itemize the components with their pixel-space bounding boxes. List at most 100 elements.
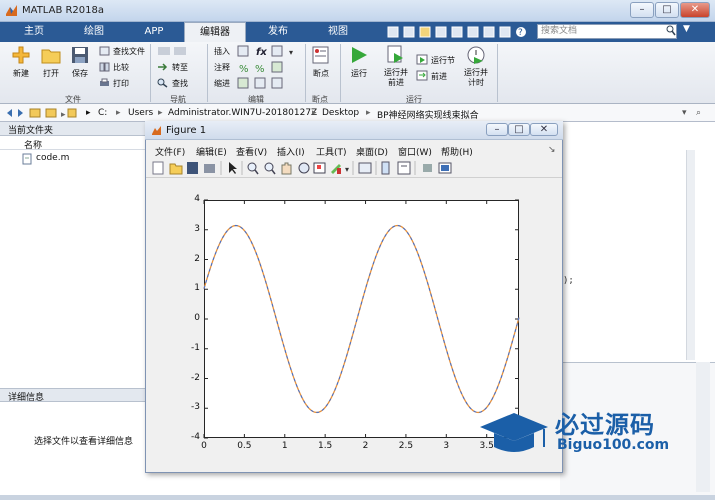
series-line-fit bbox=[203, 224, 520, 414]
path-sep: ▸ bbox=[366, 108, 371, 118]
print-button[interactable]: 打印 bbox=[113, 78, 129, 89]
compare-icon bbox=[99, 62, 110, 72]
title-bar bbox=[0, 0, 715, 22]
y-tick-label: -1 bbox=[191, 342, 200, 353]
series-line-target bbox=[203, 225, 520, 413]
edit-tools-icon[interactable]: fx % % ▾ bbox=[236, 45, 302, 91]
editor-scrollbar[interactable] bbox=[686, 150, 695, 360]
breakpoints-button[interactable]: 断点 bbox=[306, 68, 336, 79]
search-input[interactable]: 搜索文档 bbox=[537, 24, 677, 39]
run-button[interactable]: 运行 bbox=[344, 68, 374, 79]
ribbon-separator bbox=[150, 44, 151, 102]
figure-menu-view[interactable]: 查看(V) bbox=[236, 145, 267, 158]
ribbon-separator bbox=[207, 44, 208, 102]
figure-logo-icon bbox=[152, 126, 161, 135]
figure-minimize-button[interactable]: – bbox=[486, 123, 508, 136]
current-folder-title: 当前文件夹 bbox=[8, 126, 54, 136]
path-dropdown-icon[interactable]: ▾ bbox=[682, 108, 687, 118]
path-folder-icon: ▸ bbox=[86, 108, 91, 118]
print-icon bbox=[100, 78, 109, 86]
tab-publish[interactable]: 发布 bbox=[248, 22, 308, 42]
run-advance-icon bbox=[387, 45, 403, 63]
y-tick-label: 4 bbox=[194, 194, 200, 204]
new-plus-icon bbox=[12, 46, 30, 64]
quick-access-toolbar[interactable]: ? bbox=[386, 25, 530, 39]
details-empty-message: 选择文件以查看详细信息 bbox=[34, 437, 134, 447]
find-files-button[interactable]: 查找文件 bbox=[113, 46, 145, 57]
figure-menu-dock-icon[interactable]: ↘ bbox=[548, 145, 556, 155]
save-button[interactable]: 保存 bbox=[65, 68, 95, 79]
tab-plots[interactable]: 绘图 bbox=[64, 22, 124, 42]
maximize-button[interactable]: □ bbox=[655, 2, 679, 18]
tab-apps[interactable]: APP bbox=[124, 22, 184, 42]
column-name[interactable]: 名称 bbox=[24, 138, 42, 151]
indent-button[interactable]: 缩进 bbox=[214, 78, 230, 89]
figure-menu-edit[interactable]: 编辑(E) bbox=[196, 145, 227, 158]
path-crumb-desktop[interactable]: Desktop bbox=[322, 108, 359, 118]
path-search-icon[interactable]: ⌕ bbox=[696, 108, 701, 118]
editor-code-fragment: ); bbox=[563, 276, 574, 286]
run-time-button[interactable]: 运行并 计时 bbox=[460, 68, 492, 88]
tab-editor[interactable]: 编辑器 bbox=[184, 22, 246, 42]
figure-toolbar-icons[interactable]: ▾ bbox=[151, 160, 457, 176]
goto-button[interactable]: 转至 bbox=[172, 62, 188, 73]
nav-arrows-icon bbox=[158, 47, 186, 55]
file-list-item[interactable]: code.m bbox=[36, 153, 69, 163]
comment-button[interactable]: 注释 bbox=[214, 62, 230, 73]
x-tick-label: 2 bbox=[362, 441, 369, 451]
close-button[interactable]: ✕ bbox=[680, 2, 710, 18]
find-icon bbox=[157, 78, 168, 88]
search-icon[interactable] bbox=[666, 25, 676, 37]
svg-text:%: % bbox=[239, 64, 249, 75]
path-crumb-user[interactable]: Administrator.WIN7U-20180127Z bbox=[168, 108, 317, 118]
compare-button[interactable]: 比较 bbox=[113, 62, 129, 73]
figure-maximize-button[interactable]: □ bbox=[508, 123, 530, 136]
minimize-button[interactable]: – bbox=[630, 2, 654, 18]
run-section-icon bbox=[416, 54, 428, 65]
watermark-url: Biguo100.com bbox=[557, 437, 670, 453]
m-file-icon bbox=[22, 153, 32, 165]
details-panel bbox=[0, 402, 146, 495]
figure-menu-desktop[interactable]: 桌面(D) bbox=[356, 145, 388, 158]
figure-menu-file[interactable]: 文件(F) bbox=[155, 145, 185, 158]
path-crumb-drive[interactable]: C: bbox=[98, 108, 107, 118]
figure-menu-window[interactable]: 窗口(W) bbox=[398, 145, 432, 158]
figure-menu-tools[interactable]: 工具(T) bbox=[316, 145, 347, 158]
path-sep: ▸ bbox=[312, 108, 317, 118]
run-section-button[interactable]: 运行节 bbox=[431, 55, 455, 66]
nav-toolbar-icons[interactable]: ▸ bbox=[6, 107, 78, 119]
new-button[interactable]: 新建 bbox=[6, 68, 36, 79]
svg-text:▾: ▾ bbox=[345, 165, 349, 174]
ribbon-separator bbox=[497, 44, 498, 102]
y-tick-label: 0 bbox=[194, 313, 200, 323]
x-tick-label: 2.5 bbox=[398, 441, 414, 451]
figure-menu-help[interactable]: 帮助(H) bbox=[441, 145, 473, 158]
open-button[interactable]: 打开 bbox=[36, 68, 66, 79]
matlab-logo-icon bbox=[6, 5, 17, 16]
breakpoints-icon bbox=[312, 46, 329, 64]
path-crumb-users[interactable]: Users bbox=[128, 108, 153, 118]
figure-close-button[interactable]: ✕ bbox=[530, 123, 558, 136]
figure-menu-insert[interactable]: 插入(I) bbox=[277, 145, 305, 158]
svg-text:%: % bbox=[255, 64, 265, 75]
insert-button[interactable]: 插入 bbox=[214, 46, 230, 57]
tab-home[interactable]: 主页 bbox=[4, 22, 64, 42]
path-sep: ▸ bbox=[158, 108, 163, 118]
path-crumb-project[interactable]: BP神经网络实现线束拟合 bbox=[377, 108, 479, 121]
x-tick-label: 0.5 bbox=[237, 441, 252, 451]
run-advance-button[interactable]: 运行并 前进 bbox=[380, 68, 412, 88]
run-play-icon bbox=[352, 47, 367, 63]
svg-text:fx: fx bbox=[256, 47, 267, 58]
file-list-header bbox=[0, 137, 146, 150]
open-folder-icon bbox=[41, 49, 61, 64]
advance-button[interactable]: 前进 bbox=[431, 71, 447, 82]
tab-view[interactable]: 视图 bbox=[308, 22, 368, 42]
save-disk-icon bbox=[72, 47, 88, 63]
current-folder-panel bbox=[0, 136, 146, 388]
find-button[interactable]: 查找 bbox=[172, 78, 188, 89]
watermark-brand: 必过源码 bbox=[555, 411, 655, 439]
ribbon-separator bbox=[340, 44, 341, 102]
ribbon-minimize-icon[interactable]: ▼ bbox=[683, 24, 695, 39]
find-files-icon bbox=[99, 46, 110, 56]
advance-icon bbox=[416, 70, 428, 81]
